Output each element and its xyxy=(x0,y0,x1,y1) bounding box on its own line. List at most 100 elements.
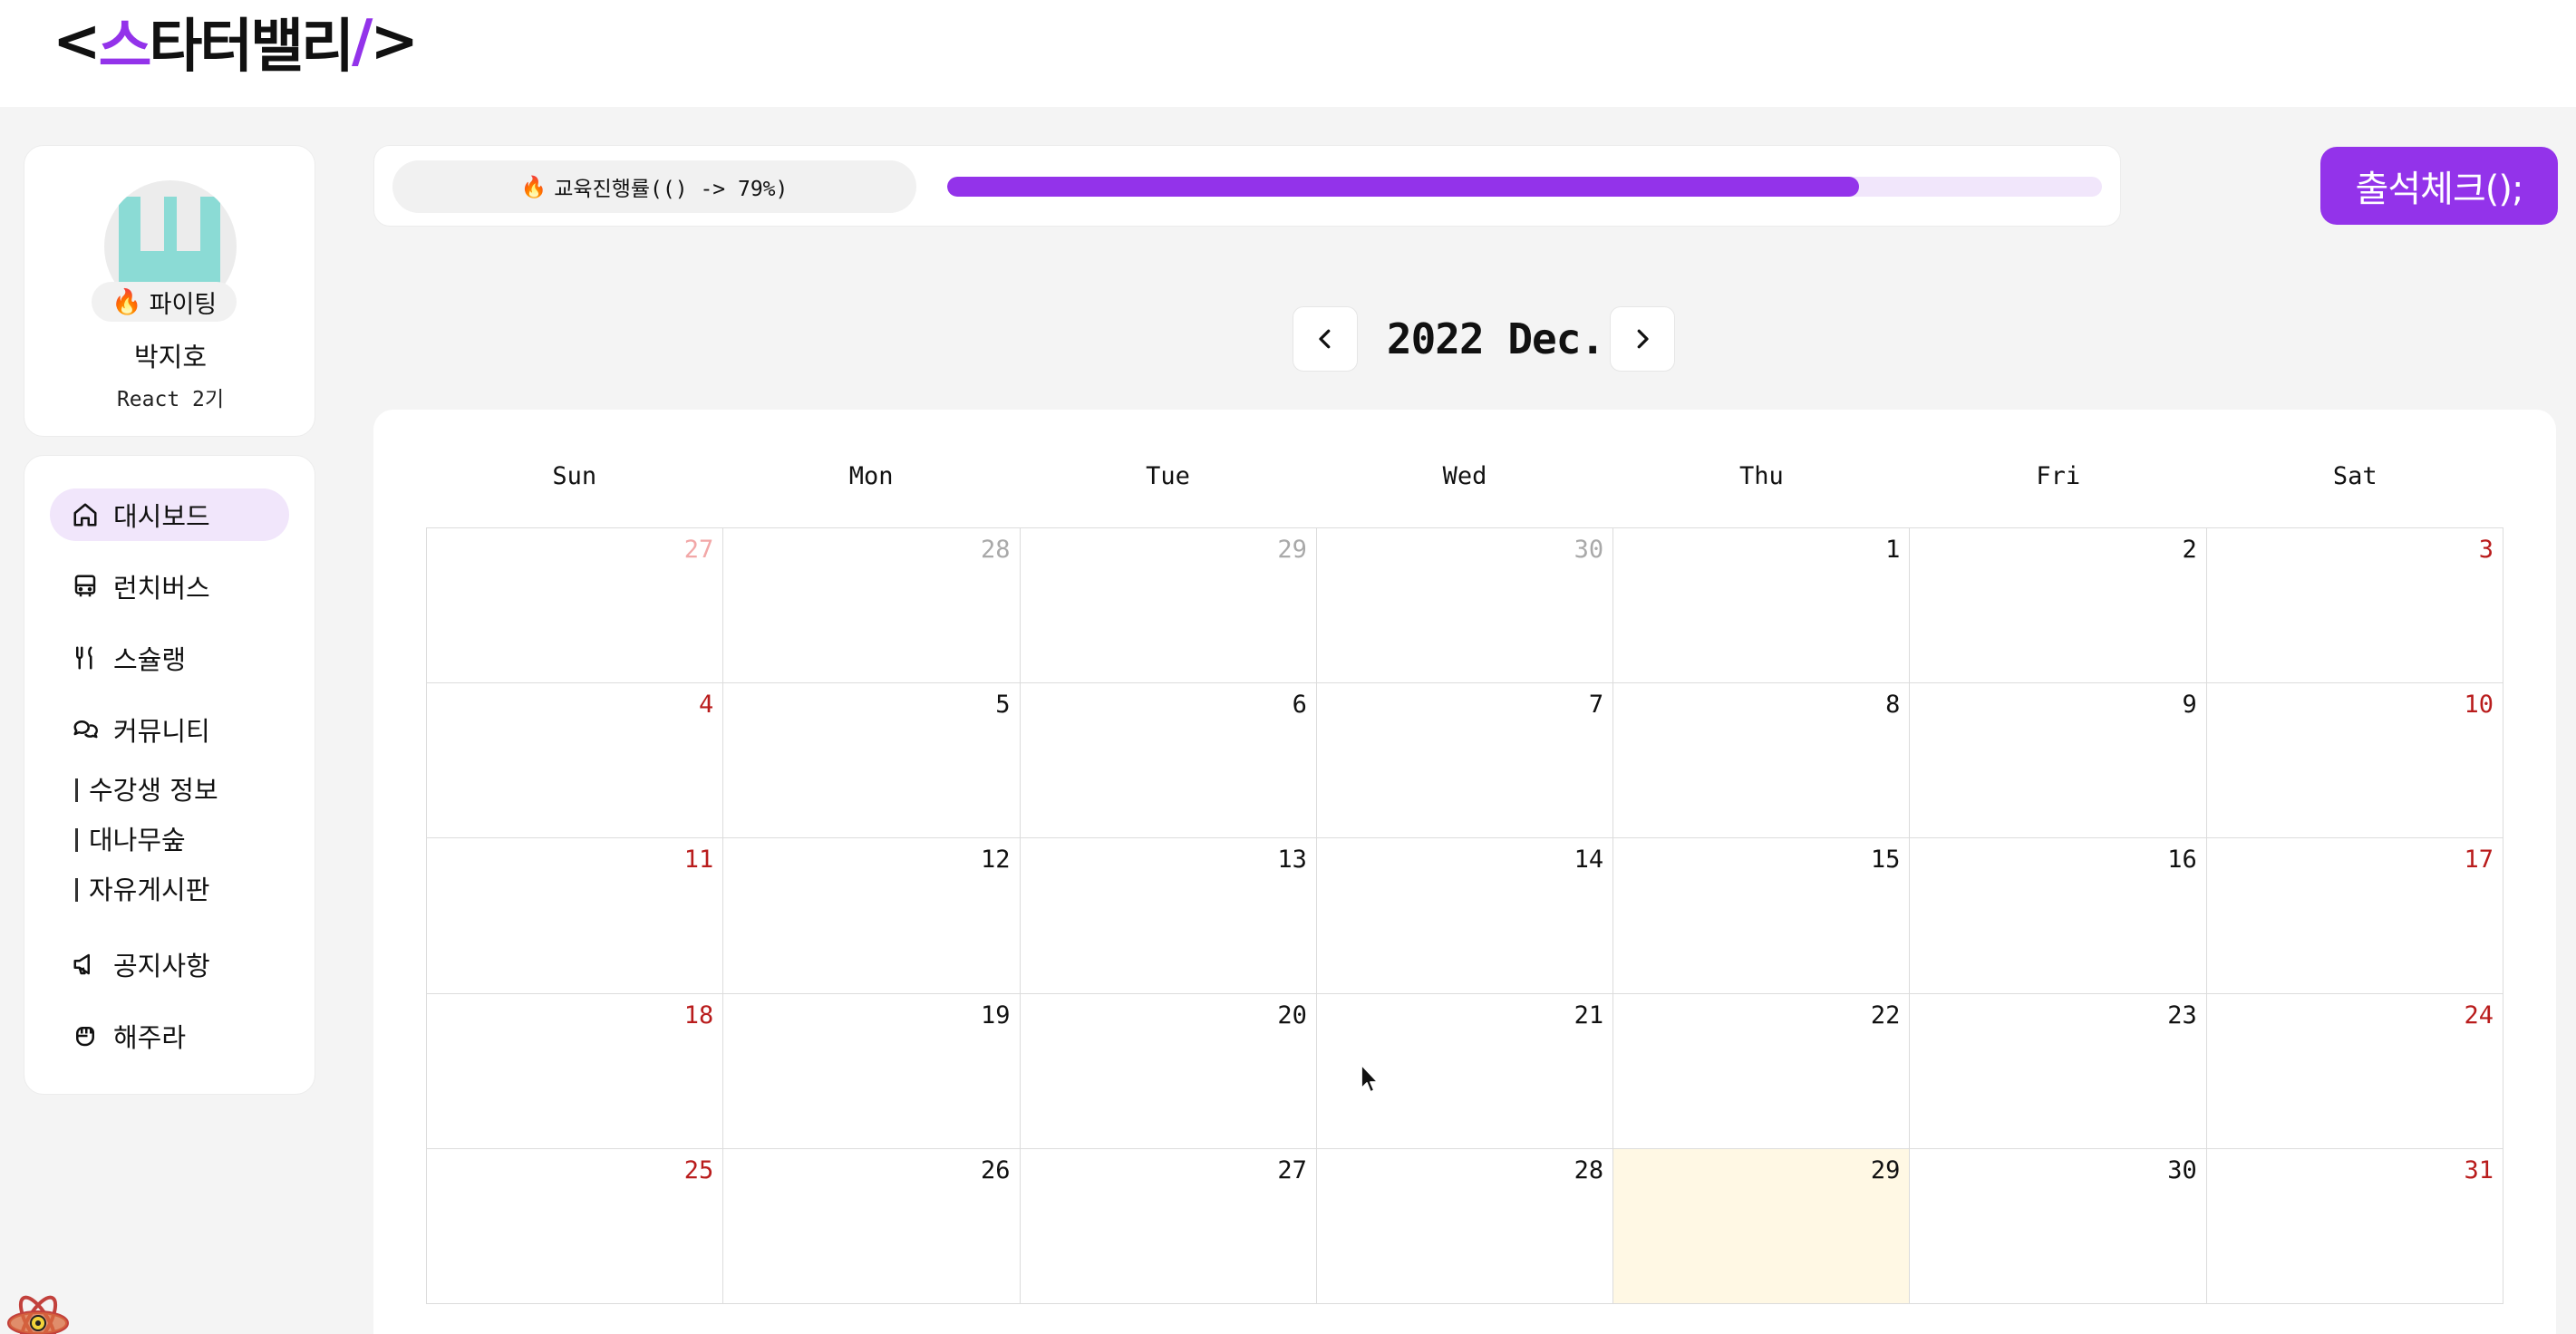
calendar-day-cell[interactable]: 18 xyxy=(427,993,724,1149)
calendar-day-cell[interactable]: 9 xyxy=(1910,683,2207,839)
progress-label: 🔥 교육진행률(() -> 79%) xyxy=(392,160,916,213)
calendar-day-cell[interactable]: 28 xyxy=(1316,1148,1614,1304)
calendar-day-number: 18 xyxy=(683,1000,714,1030)
calendar-day-number: 14 xyxy=(1574,846,1604,875)
calendar-day-cell[interactable]: 2 xyxy=(1910,528,2207,684)
sidebar-nav: 대시보드 런치버스 스슐랭 커뮤니티 수강생 정보 대나무숲 자유게시판 공지사… xyxy=(24,455,315,1095)
next-month-button[interactable] xyxy=(1610,306,1675,372)
calendar-day-cell[interactable]: 29 xyxy=(1020,528,1317,684)
prev-month-button[interactable] xyxy=(1293,306,1358,372)
calendar-day-cell[interactable]: 31 xyxy=(2206,1148,2503,1304)
sidebar-item-restaurants[interactable]: 스슐랭 xyxy=(50,632,289,684)
app-logo[interactable]: < 스 타터밸리 / > xyxy=(53,7,419,81)
calendar-day-cell[interactable]: 1 xyxy=(1613,528,1911,684)
calendar-day-cell[interactable]: 23 xyxy=(1910,993,2207,1149)
calendar-day-cell[interactable]: 3 xyxy=(2206,528,2503,684)
sidebar-item-label: 런치버스 xyxy=(113,573,210,604)
calendar-day-cell[interactable]: 27 xyxy=(1020,1148,1317,1304)
calendar-day-number: 12 xyxy=(981,846,1011,875)
calendar-day-cell[interactable]: 5 xyxy=(723,683,1021,839)
weekday-mon: Mon xyxy=(848,462,894,490)
calendar-day-cell[interactable]: 22 xyxy=(1613,993,1911,1149)
calendar-day-number: 27 xyxy=(683,536,714,564)
calendar-month-title: 2022 Dec. xyxy=(1386,314,1605,363)
top-header: < 스 타터밸리 / > xyxy=(0,0,2576,107)
calendar-day-number: 8 xyxy=(1885,691,1901,720)
calendar-day-number: 28 xyxy=(981,536,1011,564)
calendar-day-cell[interactable]: 10 xyxy=(2206,683,2503,839)
attendance-check-button[interactable]: 출석체크(); xyxy=(2320,147,2558,225)
calendar-day-number: 19 xyxy=(981,1000,1011,1030)
calendar-day-cell[interactable]: 17 xyxy=(2206,838,2503,994)
calendar-day-number: 2 xyxy=(2182,536,2197,564)
weekday-sat: Sat xyxy=(2332,462,2377,490)
sidebar-item-notices[interactable]: 공지사항 xyxy=(50,938,289,991)
calendar-day-cell[interactable]: 15 xyxy=(1613,838,1911,994)
calendar-day-cell[interactable]: 14 xyxy=(1316,838,1614,994)
calendar-day-cell[interactable]: 29 xyxy=(1613,1148,1911,1304)
calendar-day-cell[interactable]: 26 xyxy=(723,1148,1021,1304)
calendar-day-number: 4 xyxy=(699,691,714,720)
sidebar-subitem-bamboo-forest[interactable]: 대나무숲 xyxy=(75,819,186,857)
calendar-day-number: 11 xyxy=(683,846,714,875)
calendar-day-number: 7 xyxy=(1588,691,1604,720)
calendar-day-cell[interactable]: 25 xyxy=(427,1148,724,1304)
calendar-day-cell[interactable]: 30 xyxy=(1910,1148,2207,1304)
status-badge-label: 파이팅 xyxy=(149,290,218,319)
sidebar-item-label: 대시보드 xyxy=(113,501,210,532)
calendar-day-cell[interactable]: 16 xyxy=(1910,838,2207,994)
calendar-day-cell[interactable]: 8 xyxy=(1613,683,1911,839)
sidebar-item-haejura[interactable]: 해주라 xyxy=(50,1010,289,1062)
utensils-icon xyxy=(76,646,92,670)
sidebar-subitem-students[interactable]: 수강생 정보 xyxy=(75,769,218,807)
progress-bar-fill xyxy=(947,177,1860,197)
weekday-thu: Thu xyxy=(1739,462,1784,490)
bus-icon xyxy=(74,575,96,597)
logo-text: 타터밸리 xyxy=(149,14,355,81)
chevron-right-icon xyxy=(1637,329,1649,349)
profile-name: 박지호 xyxy=(133,342,208,372)
chevron-left-icon xyxy=(1319,329,1331,349)
calendar-day-cell[interactable]: 20 xyxy=(1020,993,1317,1149)
calendar-day-number: 20 xyxy=(1277,1000,1307,1030)
calendar-day-cell[interactable]: 4 xyxy=(427,683,724,839)
calendar-day-number: 9 xyxy=(2182,691,2197,720)
weekday-fri: Fri xyxy=(2036,462,2081,490)
sidebar-item-lunchbus[interactable]: 런치버스 xyxy=(50,560,289,613)
calendar-day-cell[interactable]: 24 xyxy=(2206,993,2503,1149)
sidebar-item-dashboard[interactable]: 대시보드 xyxy=(50,488,289,541)
calendar-day-number: 6 xyxy=(1292,691,1307,720)
calendar-day-number: 17 xyxy=(2464,846,2494,875)
calendar-day-cell[interactable]: 12 xyxy=(723,838,1021,994)
calendar-day-cell[interactable]: 27 xyxy=(427,528,724,684)
mouse-cursor-icon xyxy=(1361,1064,1379,1093)
profile-class: React 2기 xyxy=(116,388,225,411)
calendar-day-number: 24 xyxy=(2464,1000,2494,1030)
calendar-day-cell[interactable]: 30 xyxy=(1316,528,1614,684)
calendar-day-cell[interactable]: 6 xyxy=(1020,683,1317,839)
calendar-day-number: 16 xyxy=(2167,846,2197,875)
react-logo-icon[interactable] xyxy=(4,1290,73,1334)
progress-label-text: 교육진행률(() -> 79%) xyxy=(554,178,789,201)
sidebar-item-community[interactable]: 커뮤니티 xyxy=(50,703,289,756)
calendar-day-cell[interactable]: 19 xyxy=(723,993,1021,1149)
logo-accent-letter: 스 xyxy=(98,14,152,81)
sidebar-item-label: 커뮤니티 xyxy=(113,716,210,747)
calendar-day-number: 25 xyxy=(683,1155,714,1184)
calendar-day-cell[interactable]: 13 xyxy=(1020,838,1317,994)
weekday-sun: Sun xyxy=(552,462,597,490)
logo-right-bracket: > xyxy=(370,8,419,75)
megaphone-icon xyxy=(73,953,90,975)
sidebar-item-label: 스슐랭 xyxy=(113,644,187,675)
calendar-day-number: 30 xyxy=(2167,1155,2197,1184)
calendar-day-number: 26 xyxy=(981,1155,1011,1184)
calendar-day-cell[interactable]: 11 xyxy=(427,838,724,994)
status-badge: 🔥 파이팅 xyxy=(92,282,237,322)
logo-slash: / xyxy=(352,8,373,75)
logo-left-bracket: < xyxy=(53,8,102,75)
calendar-day-cell[interactable]: 7 xyxy=(1316,683,1614,839)
chat-bubbles-icon xyxy=(73,720,98,739)
sidebar-subitem-free-board[interactable]: 자유게시판 xyxy=(75,869,209,907)
calendar-day-number: 15 xyxy=(1870,846,1901,875)
calendar-day-cell[interactable]: 28 xyxy=(723,528,1021,684)
